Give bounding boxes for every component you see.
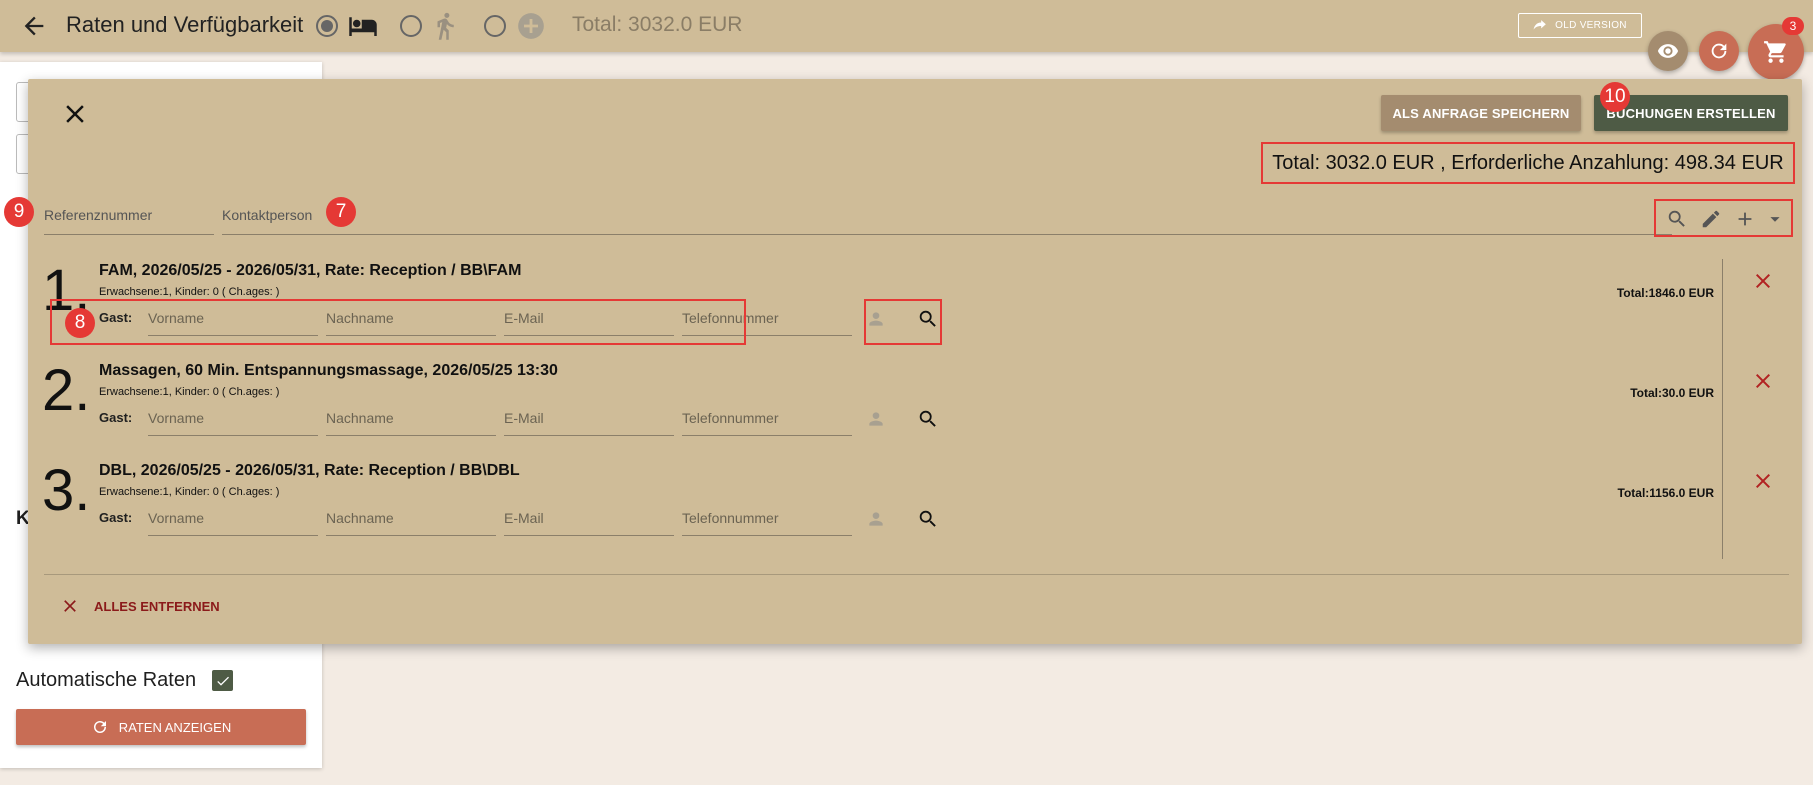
item-occupancy: Erwachsene:1, Kinder: 0 ( Ch.ages: ) [99,386,280,398]
old-version-button[interactable]: OLD VERSION [1518,13,1642,38]
item-title: DBL, 2026/05/25 - 2026/05/31, Rate: Rece… [99,462,520,479]
guest-search-icon[interactable] [917,408,939,430]
page-title: Raten und Verfügbarkeit [66,12,304,37]
annotation-marker-9: 9 [4,197,34,227]
remove-all-button[interactable]: ALLES ENTFERNEN [60,596,220,616]
guest-actions-highlight [864,299,942,345]
item-number: 2. [42,358,91,423]
edit-pencil-icon[interactable] [1700,208,1722,230]
first-name-placeholder: Vorname [148,410,205,426]
back-arrow-icon[interactable] [20,12,48,40]
cart-item: 1. FAM, 2026/05/25 - 2026/05/31, Rate: R… [28,258,1802,362]
last-name-field[interactable]: Nachname [326,400,496,436]
show-rates-label: RATEN ANZEIGEN [118,719,232,735]
guest-label: Gast: [99,510,133,525]
cart-summary: Total: 3032.0 EUR , Erforderliche Anzahl… [1261,142,1795,184]
guest-fields-highlight [50,299,746,345]
contact-person-field[interactable]: Kontaktperson [222,201,1672,235]
refresh-icon [1711,43,1727,59]
first-name-field[interactable]: Vorname [148,400,318,436]
refresh-button[interactable] [1699,31,1739,71]
remove-item-icon[interactable] [1751,269,1775,293]
phone-field[interactable]: Telefonnummer [682,400,852,436]
last-name-placeholder: Nachname [326,510,394,526]
last-name-field[interactable]: Nachname [326,500,496,536]
search-icon[interactable] [1666,208,1688,230]
phone-placeholder: Telefonnummer [682,510,779,526]
phone-placeholder: Telefonnummer [682,410,779,426]
annotation-marker-8: 8 [65,308,95,338]
save-as-request-button[interactable]: ALS ANFRAGE SPEICHERN [1381,95,1581,131]
show-rates-button[interactable]: RATEN ANZEIGEN [16,709,306,745]
check-icon [216,676,229,686]
last-name-placeholder: Nachname [326,410,394,426]
item-title: FAM, 2026/05/25 - 2026/05/31, Rate: Rece… [99,262,522,279]
refresh-icon [93,721,106,733]
annotation-marker-7: 7 [326,197,356,227]
radio-rooms[interactable] [316,15,338,37]
phone-field[interactable]: Telefonnummer [682,500,852,536]
eye-icon [1657,44,1679,58]
reference-number-field[interactable]: Referenznummer [44,201,214,235]
first-name-placeholder: Vorname [148,510,205,526]
contact-tools [1654,199,1793,237]
cart-item: 2. Massagen, 60 Min. Entspannungsmassage… [28,358,1802,462]
auto-rates-label: Automatische Raten [16,669,197,691]
email-placeholder: E-Mail [504,410,544,426]
header-total: Total: 3032.0 EUR [572,13,743,36]
item-total: Total:1846.0 EUR [1616,286,1714,300]
auto-rates-checkbox[interactable] [212,670,233,691]
add-icon[interactable] [1734,208,1756,230]
chevron-down-icon[interactable] [1764,208,1786,230]
guest-search-icon[interactable] [917,508,939,530]
item-occupancy: Erwachsene:1, Kinder: 0 ( Ch.ages: ) [99,486,280,498]
contact-person-placeholder: Kontaktperson [222,207,313,223]
item-total: Total:1156.0 EUR [1617,486,1714,500]
radio-extras[interactable] [484,15,506,37]
first-name-field[interactable]: Vorname [148,500,318,536]
share-arrow-icon [1533,19,1547,29]
remove-item-icon[interactable] [1751,369,1775,393]
email-field[interactable]: E-Mail [504,500,674,536]
add-circle-icon [518,13,544,39]
close-icon[interactable] [60,99,90,129]
old-version-label: OLD VERSION [1555,20,1627,31]
item-occupancy: Erwachsene:1, Kinder: 0 ( Ch.ages: ) [99,286,280,298]
email-placeholder: E-Mail [504,510,544,526]
bed-icon [349,17,377,36]
person-icon[interactable] [866,509,886,529]
remove-all-label: ALLES ENTFERNEN [94,598,220,614]
item-title: Massagen, 60 Min. Entspannungsmassage, 2… [99,362,558,379]
item-total: Total:30.0 EUR [1630,386,1714,400]
item-number: 3. [42,458,91,523]
annotation-marker-10: 10 [1600,82,1630,112]
remove-item-icon[interactable] [1751,469,1775,493]
reference-number-placeholder: Referenznummer [44,207,153,223]
guest-label: Gast: [99,410,133,425]
top-bar: Raten und Verfügbarkeit Total: 3032.0 EU… [0,0,1813,52]
radio-activities[interactable] [400,15,422,37]
cart-dialog: ALS ANFRAGE SPEICHERN BUCHUNGEN ERSTELLE… [4,79,1802,644]
close-icon [64,600,76,612]
preview-button[interactable] [1648,31,1688,71]
cart-count-badge: 3 [1782,17,1804,35]
person-icon[interactable] [866,409,886,429]
divider-horizontal [44,574,1789,575]
walking-icon [437,12,454,40]
cart-item: 3. DBL, 2026/05/25 - 2026/05/31, Rate: R… [28,458,1802,562]
email-field[interactable]: E-Mail [504,400,674,436]
cart-icon [1764,41,1786,63]
